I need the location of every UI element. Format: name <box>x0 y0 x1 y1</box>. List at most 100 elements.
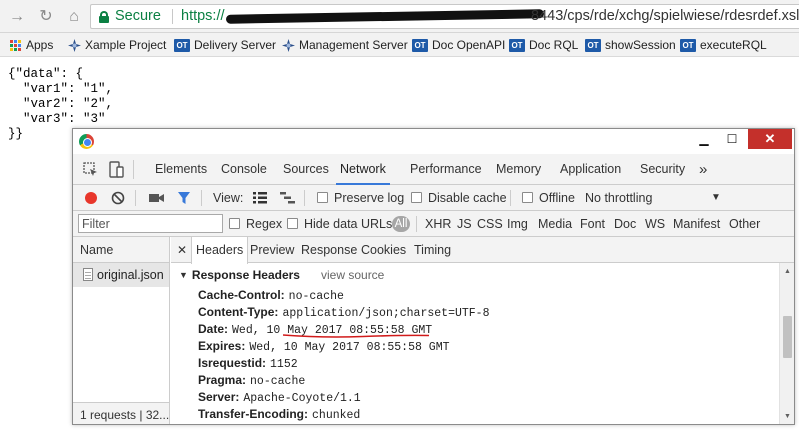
tab-headers[interactable]: Headers <box>191 237 249 264</box>
filter-bar: Regex Hide data URLs All XHR JS CSS Img … <box>73 211 794 237</box>
response-headers-pane: ▼ Response Headers view source Cache-Cont… <box>171 263 779 424</box>
tab-memory[interactable]: Memory <box>496 154 541 185</box>
request-list: Name original.json 1 requests | 32... <box>73 237 170 424</box>
reload-icon[interactable]: ↻ <box>37 8 55 26</box>
bookmark-apps[interactable]: Apps <box>10 37 53 53</box>
device-toolbar-icon[interactable] <box>109 161 124 178</box>
bookmark-doc-rql[interactable]: OT Doc RQL <box>509 37 578 53</box>
url-scheme: https:// <box>181 8 225 24</box>
tab-performance[interactable]: Performance <box>410 154 482 185</box>
header-row: Transfer-Encoding: chunked <box>198 407 361 422</box>
xample-icon <box>282 39 295 53</box>
bookmark-doc-openapi[interactable]: OT Doc OpenAPI <box>412 37 505 53</box>
inspect-element-icon[interactable] <box>83 162 98 177</box>
filter-type-other[interactable]: Other <box>729 211 760 237</box>
filter-type-js[interactable]: JS <box>457 211 472 237</box>
request-summary: 1 requests | 32... <box>73 402 169 424</box>
filter-type-media[interactable]: Media <box>538 211 572 237</box>
tab-timing[interactable]: Timing <box>414 237 451 263</box>
tab-elements[interactable]: Elements <box>155 154 207 185</box>
offline-checkbox[interactable]: Offline <box>522 185 575 211</box>
tab-cookies[interactable]: Cookies <box>361 237 406 263</box>
maximize-button[interactable]: ☐ <box>718 129 746 149</box>
json-line: "var1": "1", <box>8 82 114 96</box>
annotation-underline <box>283 334 429 338</box>
header-row: Cache-Control: no-cache <box>198 288 344 303</box>
preserve-log-checkbox[interactable]: Preserve log <box>317 185 404 211</box>
bookmarks-bar: Apps Xample Project OT Delivery Server Ma… <box>0 33 799 57</box>
header-row: Isrequestid: 1152 <box>198 356 298 371</box>
clear-icon[interactable] <box>111 191 125 205</box>
ot-icon: OT <box>174 39 190 53</box>
throttling-select[interactable]: No throttling <box>585 185 652 211</box>
scroll-up-icon[interactable]: ▲ <box>780 265 794 279</box>
bookmark-executerql[interactable]: OT executeRQL <box>680 37 767 53</box>
filter-funnel-icon[interactable] <box>177 191 191 205</box>
ot-icon: OT <box>509 39 525 53</box>
json-line: {"data": { <box>8 67 84 81</box>
network-body: Name original.json 1 requests | 32... ✕ … <box>73 237 794 424</box>
filter-type-css[interactable]: CSS <box>477 211 503 237</box>
lock-icon <box>99 11 109 23</box>
view-source-link[interactable]: view source <box>321 268 384 282</box>
tab-preview[interactable]: Preview <box>250 237 294 263</box>
screenshot-camera-icon[interactable] <box>149 192 164 204</box>
bookmark-delivery-server[interactable]: OT Delivery Server <box>174 37 276 53</box>
more-tabs-button[interactable]: » <box>699 154 707 185</box>
devtools-window: ▁ ☐ ✕ Elements Console Sources Network P… <box>72 128 795 425</box>
filter-type-manifest[interactable]: Manifest <box>673 211 720 237</box>
column-header-name[interactable]: Name <box>73 237 169 263</box>
waterfall-icon[interactable] <box>280 192 295 204</box>
scroll-down-icon[interactable]: ▼ <box>780 410 794 424</box>
network-toolbar: View: Preserve log Disable cache Offline… <box>73 185 794 211</box>
filter-type-all[interactable]: All <box>392 216 410 232</box>
tab-sources[interactable]: Sources <box>283 154 329 185</box>
record-icon[interactable] <box>84 191 98 205</box>
response-headers-toggle[interactable]: ▼ Response Headers <box>179 268 300 282</box>
forward-icon[interactable]: → <box>8 8 26 26</box>
bookmark-xample-project[interactable]: Xample Project <box>68 37 166 53</box>
xample-icon <box>68 39 81 53</box>
filter-type-doc[interactable]: Doc <box>614 211 636 237</box>
header-row: Expires: Wed, 10 May 2017 08:55:58 GMT <box>198 339 450 354</box>
header-row: Content-Type: application/json;charset=UT… <box>198 305 490 320</box>
chevron-down-icon[interactable]: ▼ <box>711 185 721 211</box>
devtools-titlebar[interactable]: ▁ ☐ ✕ <box>73 129 794 154</box>
view-label: View: <box>213 191 244 205</box>
request-row[interactable]: original.json <box>73 263 169 287</box>
json-line: "var2": "2", <box>8 97 114 111</box>
url-redaction <box>225 9 545 24</box>
header-row: Pragma: no-cache <box>198 373 306 388</box>
filter-type-font[interactable]: Font <box>580 211 605 237</box>
large-rows-icon[interactable] <box>253 192 267 204</box>
filter-input[interactable] <box>78 214 223 233</box>
disable-cache-checkbox[interactable]: Disable cache <box>411 185 507 211</box>
tab-console[interactable]: Console <box>221 154 267 185</box>
close-detail-icon[interactable]: ✕ <box>177 237 187 263</box>
minimize-button[interactable]: ▁ <box>690 129 718 149</box>
filter-type-img[interactable]: Img <box>507 211 528 237</box>
header-row: Server: Apache-Coyote/1.1 <box>198 390 361 405</box>
secure-label: Secure <box>115 8 161 24</box>
json-line: "var3": "3" <box>8 112 106 126</box>
request-detail: ✕ Headers Preview Response Cookies Timin… <box>171 237 794 424</box>
bookmark-management-server[interactable]: Management Server <box>282 37 408 53</box>
filter-type-ws[interactable]: WS <box>645 211 665 237</box>
address-bar: → ↻ ⌂ Secure https:// 8443/cps/rde/xchg/… <box>0 0 799 33</box>
ot-icon: OT <box>412 39 428 53</box>
ot-icon: OT <box>585 39 601 53</box>
url-omnibox[interactable]: Secure https:// 8443/cps/rde/xchg/spielw… <box>90 4 799 29</box>
scrollbar-thumb[interactable] <box>783 316 792 358</box>
tab-security[interactable]: Security <box>640 154 685 185</box>
filter-type-xhr[interactable]: XHR <box>425 211 451 237</box>
home-icon[interactable]: ⌂ <box>65 8 83 26</box>
bookmark-showsession[interactable]: OT showSession <box>585 37 676 53</box>
tab-application[interactable]: Application <box>560 154 621 185</box>
tab-network[interactable]: Network <box>336 154 390 185</box>
hide-data-urls-checkbox[interactable]: Hide data URLs <box>287 211 392 237</box>
headers-scrollbar[interactable]: ▲ ▼ <box>779 263 794 424</box>
tab-response[interactable]: Response <box>301 237 357 263</box>
url-path: 8443/cps/rde/xchg/spielwiese/rdesrdef.xs… <box>531 8 799 24</box>
close-button[interactable]: ✕ <box>748 129 792 149</box>
regex-checkbox[interactable]: Regex <box>229 211 282 237</box>
